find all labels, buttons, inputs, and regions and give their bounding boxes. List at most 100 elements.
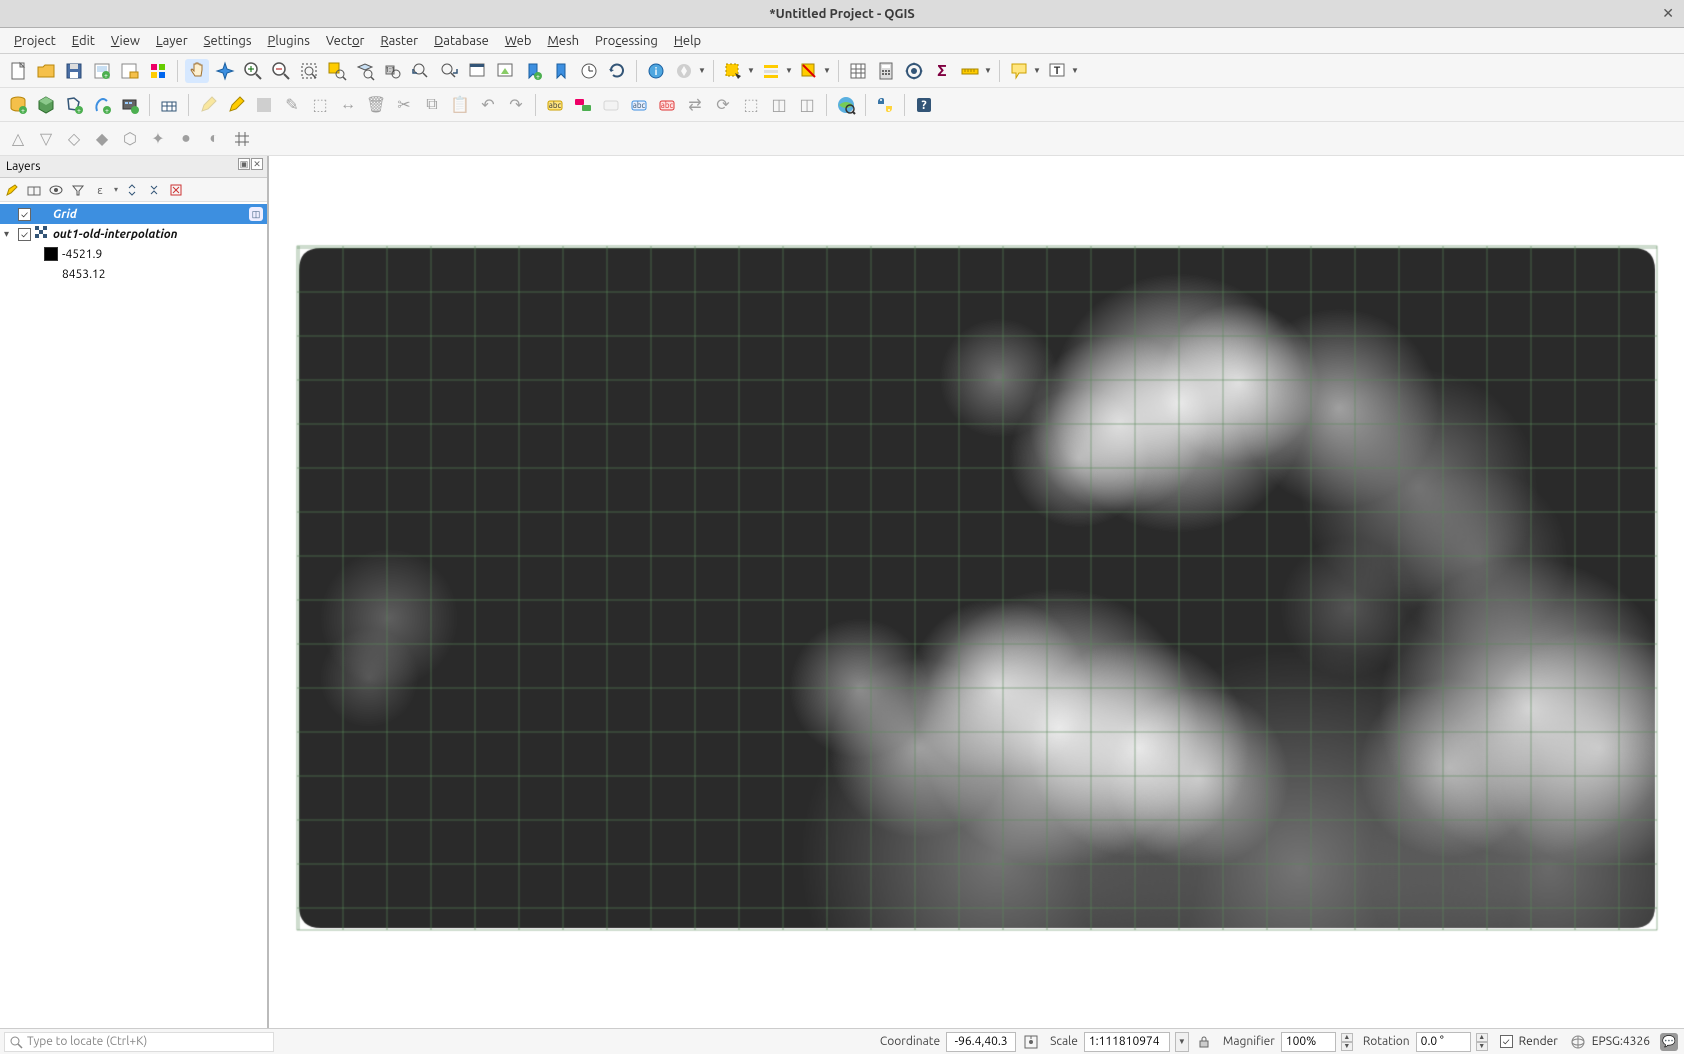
metasearch-icon[interactable] bbox=[834, 93, 858, 117]
expand-all-icon[interactable] bbox=[124, 182, 140, 198]
rotation-input[interactable] bbox=[1416, 1032, 1471, 1052]
help-icon[interactable]: ? bbox=[912, 93, 936, 117]
messages-icon[interactable]: 💬 bbox=[1660, 1033, 1678, 1051]
panel-close-icon[interactable]: ✕ bbox=[251, 158, 263, 170]
new-print-layout-icon[interactable]: + bbox=[90, 59, 114, 83]
temporal-controller-icon[interactable] bbox=[577, 59, 601, 83]
layer-grid-checkbox[interactable]: ✓ bbox=[18, 208, 31, 221]
menu-settings[interactable]: Settings bbox=[196, 31, 260, 51]
label-pin-icon[interactable]: abc bbox=[627, 93, 651, 117]
menu-layer[interactable]: Layer bbox=[148, 31, 196, 51]
action-icon[interactable] bbox=[672, 59, 696, 83]
menu-view[interactable]: View bbox=[103, 31, 148, 51]
new-spatialite-icon[interactable]: + bbox=[90, 93, 114, 117]
menu-project[interactable]: Project bbox=[6, 31, 64, 51]
coordinate-input[interactable] bbox=[946, 1032, 1016, 1052]
remove-layer-icon[interactable] bbox=[168, 182, 184, 198]
zoom-next-icon[interactable] bbox=[437, 59, 461, 83]
zoom-native-icon[interactable]: 1:1 bbox=[381, 59, 405, 83]
render-checkbox[interactable]: ✓ bbox=[1500, 1035, 1513, 1048]
action-dropdown[interactable]: ▼ bbox=[698, 66, 706, 75]
save-project-icon[interactable] bbox=[62, 59, 86, 83]
crs-icon[interactable] bbox=[1570, 1034, 1586, 1050]
select-features-icon[interactable] bbox=[721, 59, 745, 83]
layer-interpolation[interactable]: ▾ ✓ out1-old-interpolation bbox=[0, 224, 267, 244]
crs-text[interactable]: EPSG:4326 bbox=[1592, 1035, 1650, 1048]
layer-styling-icon[interactable] bbox=[4, 182, 20, 198]
identify-icon[interactable]: i bbox=[644, 59, 668, 83]
snapping-icon[interactable] bbox=[230, 127, 254, 151]
magnifier-down[interactable]: ▼ bbox=[1341, 1042, 1353, 1051]
add-group-icon[interactable] bbox=[26, 182, 42, 198]
zoom-full-icon[interactable] bbox=[297, 59, 321, 83]
data-source-manager-icon[interactable]: + bbox=[6, 93, 30, 117]
show-bookmarks-icon[interactable] bbox=[549, 59, 573, 83]
measure-dropdown[interactable]: ▼ bbox=[984, 66, 992, 75]
annotation-dropdown[interactable]: ▼ bbox=[1071, 66, 1079, 75]
statistics-icon[interactable]: Σ bbox=[930, 59, 954, 83]
refresh-icon[interactable] bbox=[605, 59, 629, 83]
select-dropdown[interactable]: ▼ bbox=[747, 66, 755, 75]
locator-input[interactable]: Type to locate (Ctrl+K) bbox=[4, 1032, 274, 1052]
menu-help[interactable]: Help bbox=[666, 31, 709, 51]
label-showhide-icon[interactable]: abc bbox=[655, 93, 679, 117]
new-bookmark-icon[interactable]: + bbox=[521, 59, 545, 83]
layers-panel-header[interactable]: Layers ▣✕ bbox=[0, 156, 267, 178]
rotation-down[interactable]: ▼ bbox=[1476, 1042, 1488, 1051]
deselect-all-icon[interactable] bbox=[797, 59, 821, 83]
toggle-extents-icon[interactable] bbox=[1022, 1033, 1040, 1051]
menu-edit[interactable]: Edit bbox=[64, 31, 103, 51]
open-project-icon[interactable] bbox=[34, 59, 58, 83]
close-icon[interactable]: ✕ bbox=[1662, 5, 1674, 22]
label-single-icon[interactable]: abc bbox=[543, 93, 567, 117]
collapse-all-icon[interactable] bbox=[146, 182, 162, 198]
new-geopackage-icon[interactable] bbox=[34, 93, 58, 117]
label-rule-icon[interactable] bbox=[571, 93, 595, 117]
select-by-value-icon[interactable] bbox=[759, 59, 783, 83]
select-value-dropdown[interactable]: ▼ bbox=[785, 66, 793, 75]
menu-database[interactable]: Database bbox=[426, 31, 497, 51]
rotation-up[interactable]: ▲ bbox=[1476, 1033, 1488, 1042]
map-canvas[interactable] bbox=[268, 156, 1684, 1028]
new-mesh-layer-icon[interactable] bbox=[157, 93, 181, 117]
panel-undock-icon[interactable]: ▣ bbox=[238, 158, 250, 170]
filter-legend-icon[interactable] bbox=[70, 182, 86, 198]
layout-manager-icon[interactable] bbox=[118, 59, 142, 83]
lock-scale-icon[interactable] bbox=[1195, 1033, 1213, 1051]
scale-input[interactable] bbox=[1084, 1032, 1170, 1052]
new-shapefile-icon[interactable]: + bbox=[62, 93, 86, 117]
python-console-icon[interactable] bbox=[873, 93, 897, 117]
pan-to-selection-icon[interactable] bbox=[213, 59, 237, 83]
maptips-dropdown[interactable]: ▼ bbox=[1033, 66, 1041, 75]
zoom-to-selection-icon[interactable] bbox=[325, 59, 349, 83]
menu-vector[interactable]: Vector bbox=[318, 31, 373, 51]
feature-count-icon[interactable]: ◫ bbox=[249, 207, 263, 221]
map-tips-icon[interactable] bbox=[1007, 59, 1031, 83]
magnifier-input[interactable] bbox=[1281, 1032, 1336, 1052]
measure-icon[interactable] bbox=[958, 59, 982, 83]
scale-dropdown[interactable]: ▼ bbox=[1175, 1032, 1189, 1052]
menu-raster[interactable]: Raster bbox=[372, 31, 426, 51]
zoom-in-icon[interactable] bbox=[241, 59, 265, 83]
layer-grid[interactable]: ✓ Grid ◫ bbox=[0, 204, 267, 224]
zoom-to-layer-icon[interactable] bbox=[353, 59, 377, 83]
filter-expression-icon[interactable]: ε bbox=[92, 182, 108, 198]
open-attribute-table-icon[interactable] bbox=[846, 59, 870, 83]
menu-processing[interactable]: Processing bbox=[587, 31, 666, 51]
new-3d-view-icon[interactable] bbox=[493, 59, 517, 83]
layer-expander[interactable]: ▾ bbox=[4, 228, 14, 240]
zoom-last-icon[interactable] bbox=[409, 59, 433, 83]
style-manager-icon[interactable] bbox=[146, 59, 170, 83]
pan-icon[interactable] bbox=[185, 59, 209, 83]
menu-mesh[interactable]: Mesh bbox=[539, 31, 587, 51]
toggle-editing-icon[interactable] bbox=[224, 93, 248, 117]
deselect-dropdown[interactable]: ▼ bbox=[823, 66, 831, 75]
manage-visibility-icon[interactable] bbox=[48, 182, 64, 198]
menu-plugins[interactable]: Plugins bbox=[260, 31, 318, 51]
zoom-out-icon[interactable] bbox=[269, 59, 293, 83]
new-virtual-layer-icon[interactable] bbox=[118, 93, 142, 117]
new-project-icon[interactable] bbox=[6, 59, 30, 83]
new-map-view-icon[interactable] bbox=[465, 59, 489, 83]
menu-web[interactable]: Web bbox=[497, 31, 540, 51]
field-calc-icon[interactable] bbox=[874, 59, 898, 83]
